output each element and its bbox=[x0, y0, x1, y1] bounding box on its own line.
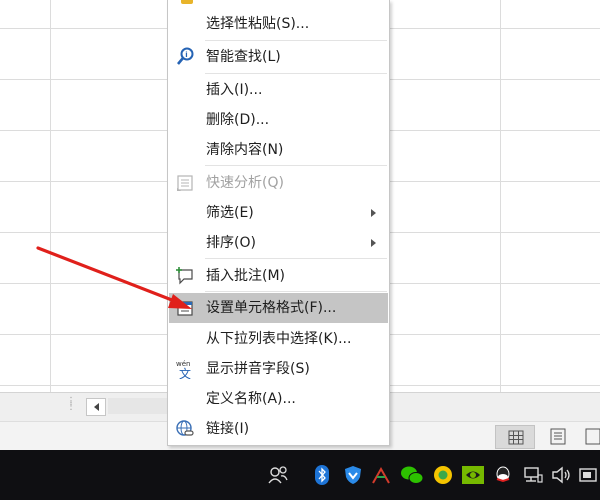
menu-separator bbox=[205, 258, 387, 259]
splitter-handle[interactable]: ⋮ ⋮ bbox=[66, 397, 76, 412]
menu-item-label: 设置单元格格式(F)... bbox=[206, 300, 337, 316]
grid-col-line bbox=[50, 0, 51, 392]
menu-item-label: 智能查找(L) bbox=[206, 49, 281, 65]
menu-item-delete[interactable]: 删除(D)... bbox=[169, 105, 388, 135]
paste-icon bbox=[181, 0, 193, 4]
menu-item-filter[interactable]: 筛选(E) bbox=[169, 198, 388, 228]
insert-comment-icon bbox=[175, 266, 195, 286]
network-icon[interactable] bbox=[520, 462, 546, 488]
grid-col-line bbox=[500, 0, 501, 392]
menu-item-label: 排序(O) bbox=[206, 235, 256, 251]
circle-app-icon[interactable] bbox=[430, 462, 456, 488]
people-icon[interactable] bbox=[265, 462, 291, 488]
scroll-left-button[interactable] bbox=[86, 398, 106, 416]
page-layout-view-button[interactable] bbox=[538, 425, 578, 449]
menu-item-sort[interactable]: 排序(O) bbox=[169, 228, 388, 258]
menu-item-label: 插入批注(M) bbox=[206, 268, 286, 284]
menu-item-format-cells[interactable]: 设置单元格格式(F)... bbox=[169, 293, 388, 323]
menu-item-define-name[interactable]: 定义名称(A)... bbox=[169, 384, 388, 414]
submenu-arrow-icon bbox=[371, 209, 376, 217]
volume-icon[interactable] bbox=[548, 462, 574, 488]
normal-view-button[interactable] bbox=[495, 425, 535, 449]
qq-icon[interactable] bbox=[490, 462, 516, 488]
grid-view-icon bbox=[508, 430, 524, 445]
menu-item-label: 清除内容(N) bbox=[206, 142, 284, 158]
taskbar bbox=[0, 450, 600, 500]
menu-item-label: 从下拉列表中选择(K)... bbox=[206, 331, 352, 347]
phonetic-guide-icon: wén 文 bbox=[175, 359, 195, 379]
page-break-view-button[interactable] bbox=[580, 425, 600, 449]
menu-separator bbox=[205, 291, 387, 292]
menu-item-label: 筛选(E) bbox=[206, 205, 254, 221]
menu-item-clear-contents[interactable]: 清除内容(N) bbox=[169, 135, 388, 165]
menu-item-label: 删除(D)... bbox=[206, 112, 270, 128]
menu-item-label: 选择性粘贴(S)... bbox=[206, 16, 310, 32]
menu-separator bbox=[205, 165, 387, 166]
menu-item-label: 链接(I) bbox=[206, 421, 250, 437]
horizontal-scrollbar[interactable] bbox=[108, 398, 168, 414]
svg-text:文: 文 bbox=[179, 366, 191, 379]
menu-item-insert-comment[interactable]: 插入批注(M) bbox=[169, 261, 388, 291]
menu-item-quick-analysis[interactable]: 快速分析(Q) bbox=[169, 168, 388, 198]
app-icon[interactable] bbox=[368, 462, 394, 488]
menu-item-label: 快速分析(Q) bbox=[206, 175, 284, 191]
chevron-left-icon bbox=[93, 403, 99, 411]
menu-item-label: 显示拼音字段(S) bbox=[206, 361, 310, 377]
link-icon bbox=[175, 419, 195, 439]
svg-text:i: i bbox=[185, 51, 187, 59]
shield-icon[interactable] bbox=[340, 462, 366, 488]
menu-item-paste-special[interactable]: 选择性粘贴(S)... bbox=[169, 9, 388, 39]
menu-item-phonetic-field[interactable]: wén 文 显示拼音字段(S) bbox=[169, 354, 388, 384]
bluetooth-icon[interactable] bbox=[309, 462, 335, 488]
menu-separator bbox=[205, 40, 387, 41]
menu-item-link[interactable]: 链接(I) bbox=[169, 414, 388, 444]
format-cells-icon bbox=[175, 298, 195, 318]
menu-item-label: 插入(I)... bbox=[206, 82, 263, 98]
context-menu: 选择性粘贴(S)... i 智能查找(L) 插入(I)... 删除(D)... … bbox=[167, 0, 390, 446]
menu-item-label: 定义名称(A)... bbox=[206, 391, 296, 407]
page-break-icon bbox=[585, 428, 600, 445]
page-layout-icon bbox=[550, 428, 566, 445]
menu-item-pick-from-dropdown[interactable]: 从下拉列表中选择(K)... bbox=[169, 324, 388, 354]
menu-item-smart-lookup[interactable]: i 智能查找(L) bbox=[169, 42, 388, 72]
input-method-icon[interactable] bbox=[576, 462, 600, 488]
nvidia-icon[interactable] bbox=[460, 462, 486, 488]
menu-separator bbox=[205, 73, 387, 74]
submenu-arrow-icon bbox=[371, 239, 376, 247]
quick-analysis-icon bbox=[175, 173, 195, 193]
wechat-icon[interactable] bbox=[399, 462, 425, 488]
smart-lookup-icon: i bbox=[175, 47, 195, 67]
menu-item-insert[interactable]: 插入(I)... bbox=[169, 75, 388, 105]
